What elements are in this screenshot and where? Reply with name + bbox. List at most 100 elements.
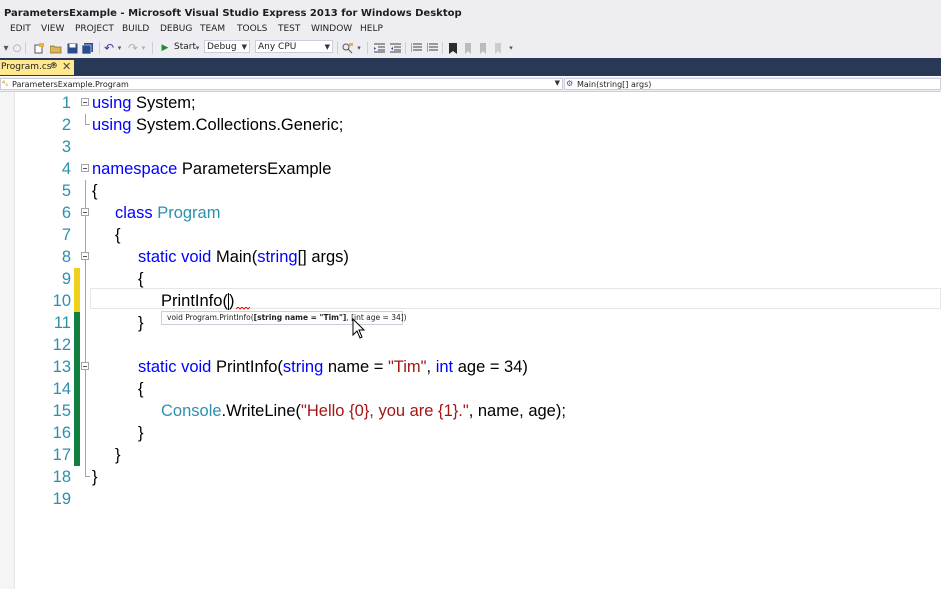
- collapse-icon[interactable]: [81, 98, 89, 106]
- menu-tools[interactable]: TOOLS: [237, 24, 267, 34]
- undo-icon[interactable]: ↶: [103, 41, 115, 55]
- previous-bookmark-icon[interactable]: [462, 41, 474, 55]
- code-line[interactable]: 8 static void Main(string[] args): [0, 246, 941, 268]
- parameter-info-tooltip: void Program.PrintInfo([string name = "T…: [161, 311, 407, 325]
- saved-change-marker: [74, 312, 80, 334]
- code-line[interactable]: 4 namespace ParametersExample: [0, 158, 941, 180]
- outline-guide: [85, 378, 86, 400]
- line-number: 18: [52, 468, 71, 486]
- code-line[interactable]: 11 }: [0, 312, 941, 334]
- toggle-bookmark-icon[interactable]: [447, 41, 459, 55]
- saved-change-marker: [74, 444, 80, 466]
- menu-edit[interactable]: EDIT: [10, 24, 31, 34]
- next-bookmark-icon[interactable]: [477, 41, 489, 55]
- class-path: ParametersExample.Program: [12, 80, 129, 89]
- outline-guide: [85, 334, 86, 356]
- code-editor[interactable]: 1 using System; 2 using System.Collectio…: [0, 92, 941, 589]
- pin-icon[interactable]: ⊕: [50, 61, 58, 71]
- open-file-icon[interactable]: [50, 41, 62, 55]
- toolbar-separator: [99, 42, 100, 54]
- code-text: }: [138, 424, 144, 442]
- indent-icon[interactable]: [389, 41, 401, 55]
- code-line[interactable]: 2 using System.Collections.Generic;: [0, 114, 941, 136]
- redo-dropdown-icon[interactable]: ▾: [140, 41, 147, 55]
- members-dropdown[interactable]: ⚙ Main(string[] args): [564, 78, 941, 90]
- collapse-icon[interactable]: [81, 362, 89, 370]
- saved-change-marker: [74, 334, 80, 356]
- code-text: static void Main(string[] args): [138, 248, 349, 266]
- undo-dropdown-icon[interactable]: ▾: [116, 41, 123, 55]
- menu-debug[interactable]: DEBUG: [160, 24, 192, 34]
- code-line[interactable]: 5 {: [0, 180, 941, 202]
- menu-help[interactable]: HELP: [360, 24, 383, 34]
- save-icon[interactable]: [66, 41, 78, 55]
- menu-test[interactable]: TEST: [278, 24, 300, 34]
- code-text: namespace ParametersExample: [92, 160, 332, 178]
- collapse-icon[interactable]: [81, 208, 89, 216]
- window-title: ParametersExample - Microsoft Visual Stu…: [4, 8, 462, 19]
- clear-bookmarks-icon[interactable]: [492, 41, 504, 55]
- outline-guide: [85, 422, 86, 444]
- line-number: 11: [53, 314, 71, 332]
- toolbar-overflow-icon[interactable]: ▾: [355, 41, 363, 55]
- line-number: 12: [52, 336, 71, 354]
- find-in-files-icon[interactable]: [342, 41, 354, 55]
- solution-configuration-dropdown[interactable]: Debug ▼: [204, 40, 250, 53]
- line-number: 6: [61, 204, 71, 222]
- outdent-icon[interactable]: [373, 41, 385, 55]
- start-button-label[interactable]: Start: [174, 42, 196, 52]
- code-line[interactable]: 3: [0, 136, 941, 158]
- code-line[interactable]: 6 class Program: [0, 202, 941, 224]
- toolbar-separator: [442, 42, 443, 54]
- navigate-back-icon[interactable]: ▾: [2, 41, 10, 55]
- code-line[interactable]: 10 PrintInfo(): [0, 290, 941, 312]
- menu-build[interactable]: BUILD: [122, 24, 149, 34]
- code-line[interactable]: 13 static void PrintInfo(string name = "…: [0, 356, 941, 378]
- line-number: 14: [52, 380, 71, 398]
- chevron-down-icon: ▼: [241, 43, 247, 51]
- line-number: 1: [61, 94, 71, 112]
- code-line[interactable]: 18 }: [0, 466, 941, 488]
- chevron-down-icon: ▼: [324, 43, 330, 51]
- code-line[interactable]: 19: [0, 488, 941, 510]
- new-project-icon[interactable]: [33, 41, 45, 55]
- code-text: }: [138, 314, 144, 332]
- code-line[interactable]: 15 Console.WriteLine("Hello {0}, you are…: [0, 400, 941, 422]
- tab-program-cs[interactable]: Program.cs* ⊕ ✕: [0, 60, 74, 75]
- member-name: Main(string[] args): [577, 80, 652, 89]
- saved-change-marker: [74, 378, 80, 400]
- navigate-forward-icon[interactable]: ○: [12, 41, 22, 55]
- code-text: Console.WriteLine("Hello {0}, you are {1…: [161, 402, 566, 420]
- comment-out-icon[interactable]: [410, 41, 422, 55]
- code-line[interactable]: 1 using System;: [0, 92, 941, 114]
- menu-project[interactable]: PROJECT: [75, 24, 114, 34]
- types-dropdown[interactable]: ⁴ₛ ParametersExample.Program ▼: [0, 78, 563, 90]
- code-line[interactable]: 17 }: [0, 444, 941, 466]
- outline-guide: [85, 268, 86, 290]
- saved-change-marker: [74, 422, 80, 444]
- toolbar-options-icon[interactable]: ▾: [507, 41, 515, 55]
- outline-guide: [85, 312, 86, 334]
- line-number: 16: [52, 424, 71, 442]
- menu-window[interactable]: WINDOW: [311, 24, 352, 34]
- code-line[interactable]: 9 {: [0, 268, 941, 290]
- code-line[interactable]: 14 {: [0, 378, 941, 400]
- menu-view[interactable]: VIEW: [41, 24, 64, 34]
- line-number: 15: [52, 402, 71, 420]
- start-dropdown-icon[interactable]: ▾: [194, 41, 201, 55]
- collapse-icon[interactable]: [81, 164, 89, 172]
- close-icon[interactable]: ✕: [62, 60, 71, 73]
- code-text: {: [138, 380, 144, 398]
- redo-icon[interactable]: ↷: [127, 41, 139, 55]
- save-all-icon[interactable]: [82, 41, 94, 55]
- menu-team[interactable]: TEAM: [200, 24, 225, 34]
- line-number: 10: [52, 292, 71, 310]
- collapse-icon[interactable]: [81, 252, 89, 260]
- code-line[interactable]: 16 }: [0, 422, 941, 444]
- code-line[interactable]: 12: [0, 334, 941, 356]
- start-debugging-icon[interactable]: ▶: [159, 41, 171, 55]
- solution-platform-dropdown[interactable]: Any CPU ▼: [255, 40, 333, 53]
- code-line[interactable]: 7 {: [0, 224, 941, 246]
- class-icon: ⁴ₛ: [2, 79, 9, 88]
- uncomment-icon[interactable]: [426, 41, 438, 55]
